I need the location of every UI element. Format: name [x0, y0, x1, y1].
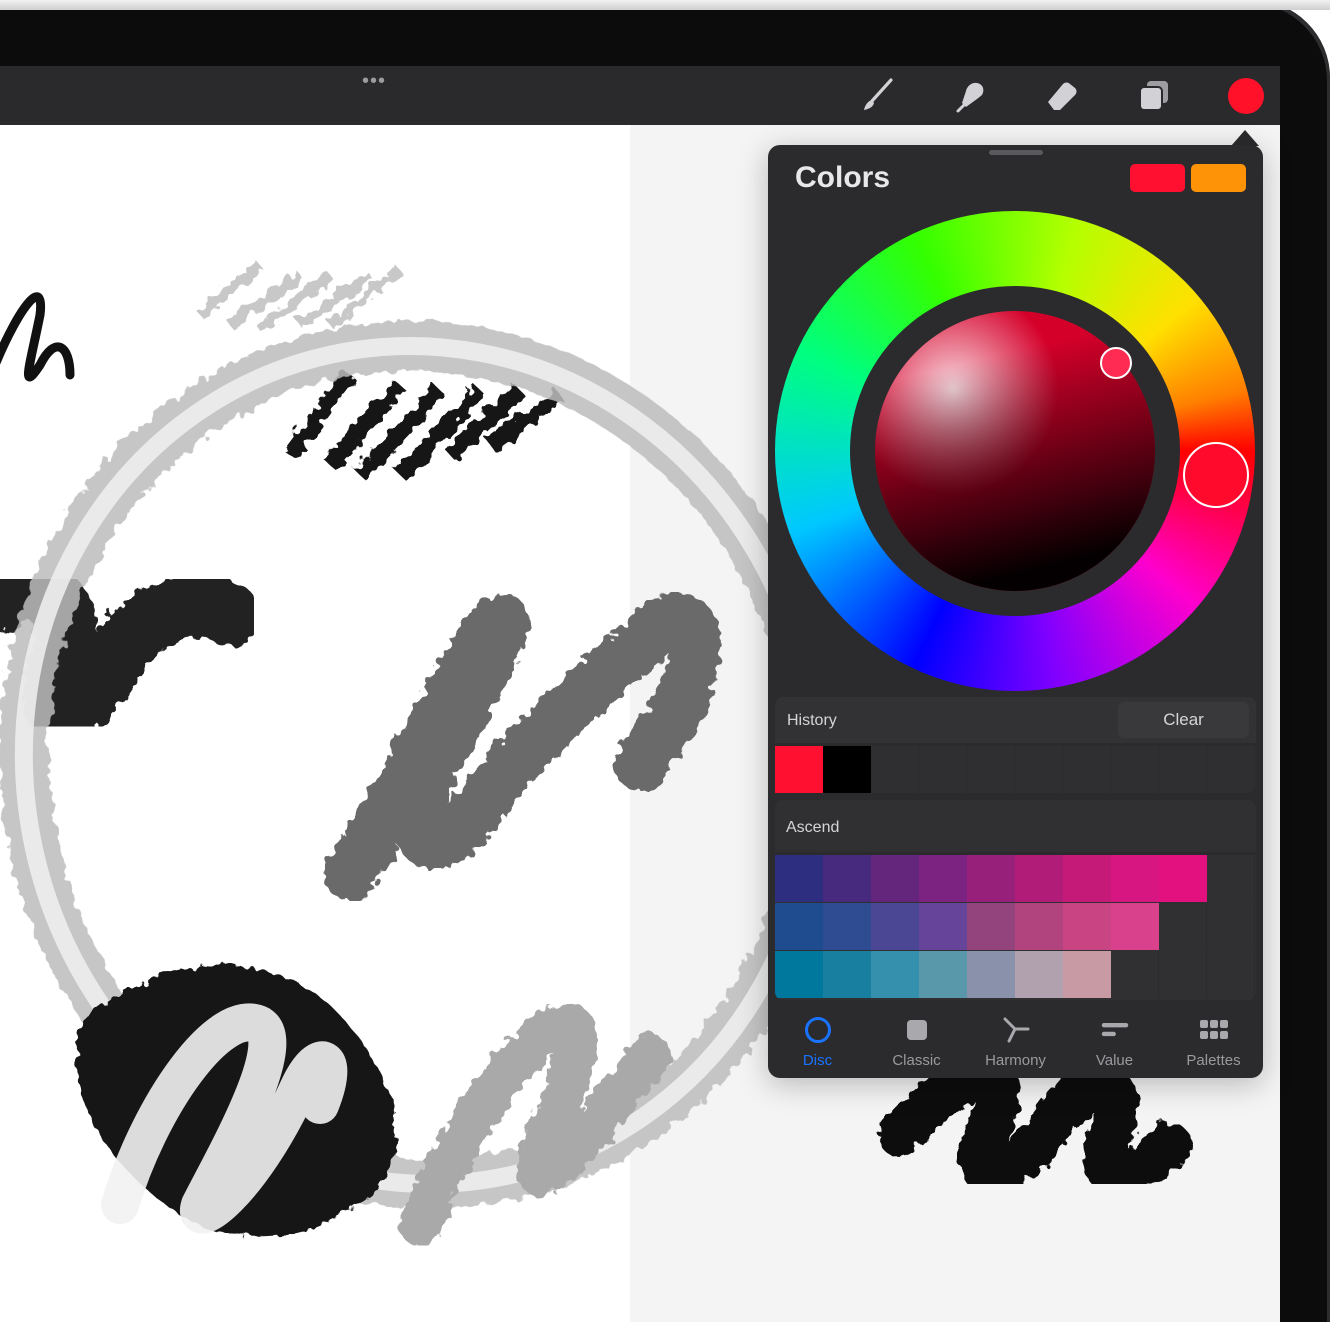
- palette-empty-slot[interactable]: [1111, 951, 1159, 998]
- palette-row: [775, 855, 1256, 903]
- palette-swatch[interactable]: [1015, 855, 1063, 902]
- history-empty-slot[interactable]: [871, 746, 919, 793]
- tab-label: Palettes: [1186, 1052, 1241, 1069]
- tab-classic[interactable]: Classic: [867, 1011, 966, 1071]
- eraser-icon[interactable]: [1042, 75, 1082, 115]
- layers-icon[interactable]: [1134, 75, 1174, 115]
- more-dots-icon[interactable]: •••: [362, 71, 386, 91]
- panel-grabber[interactable]: [989, 150, 1043, 155]
- palette-grid: [775, 855, 1256, 1000]
- palette-swatch[interactable]: [1063, 855, 1111, 902]
- palette-swatch[interactable]: [1063, 951, 1111, 998]
- disc-icon: [803, 1015, 833, 1045]
- palette-swatch[interactable]: [823, 855, 871, 902]
- brush-icon[interactable]: [858, 75, 898, 115]
- classic-square-icon: [902, 1015, 932, 1045]
- palette-swatch[interactable]: [967, 855, 1015, 902]
- history-empty-slot[interactable]: [1063, 746, 1111, 793]
- palette-swatch[interactable]: [919, 855, 967, 902]
- palette-swatch[interactable]: [919, 951, 967, 998]
- device-edge: [0, 0, 1330, 10]
- history-empty-slot[interactable]: [1111, 746, 1159, 793]
- panel-title: Colors: [795, 161, 891, 194]
- current-color-button[interactable]: [1228, 78, 1264, 114]
- palette-swatch[interactable]: [871, 951, 919, 998]
- palette-swatch[interactable]: [967, 903, 1015, 950]
- palette-swatch[interactable]: [823, 903, 871, 950]
- tab-value[interactable]: Value: [1065, 1011, 1164, 1071]
- palette-swatch[interactable]: [871, 855, 919, 902]
- harmony-icon: [1001, 1015, 1031, 1045]
- palette-empty-slot[interactable]: [1207, 903, 1255, 950]
- history-empty-slot[interactable]: [919, 746, 967, 793]
- history-empty-slot[interactable]: [1207, 746, 1255, 793]
- palette-name: Ascend: [786, 819, 840, 836]
- tab-label: Classic: [892, 1052, 941, 1069]
- history-empty-slot[interactable]: [967, 746, 1015, 793]
- clear-history-button[interactable]: Clear: [1118, 702, 1249, 738]
- history-empty-slot[interactable]: [1159, 746, 1207, 793]
- tab-harmony[interactable]: Harmony: [966, 1011, 1065, 1071]
- top-toolbar: •••: [0, 66, 1280, 125]
- palette-swatch[interactable]: [1159, 855, 1207, 902]
- palette-swatch[interactable]: [775, 951, 823, 998]
- palette-swatch[interactable]: [1063, 903, 1111, 950]
- palette-swatch[interactable]: [919, 903, 967, 950]
- palette-swatch[interactable]: [1015, 951, 1063, 998]
- tab-label: Disc: [802, 1052, 833, 1069]
- value-sliders-icon: [1100, 1015, 1130, 1045]
- palette-swatch[interactable]: [1111, 855, 1159, 902]
- palette-swatch[interactable]: [775, 855, 823, 902]
- colors-panel: Colors History Clear Ascend Disc Classic…: [768, 145, 1263, 1078]
- color-disc[interactable]: [775, 211, 1255, 691]
- history-label: History: [787, 712, 837, 729]
- history-empty-slot[interactable]: [1015, 746, 1063, 793]
- tab-label: Harmony: [985, 1052, 1046, 1069]
- palette-empty-slot[interactable]: [1207, 951, 1255, 998]
- history-swatches: [775, 746, 1256, 793]
- popover-pointer: [1231, 130, 1259, 146]
- history-swatch[interactable]: [823, 746, 871, 793]
- color-mode-tabs: Disc Classic Harmony Value Palettes: [768, 1011, 1263, 1071]
- palettes-grid-icon: [1199, 1015, 1229, 1045]
- palette-swatch[interactable]: [775, 903, 823, 950]
- tab-disc[interactable]: Disc: [768, 1011, 867, 1071]
- history-swatch[interactable]: [775, 746, 823, 793]
- palette-swatch[interactable]: [871, 903, 919, 950]
- palette-header: Ascend: [775, 800, 1256, 852]
- palette-row: [775, 951, 1256, 999]
- palette-swatch[interactable]: [823, 951, 871, 998]
- primary-color-swatch[interactable]: [1130, 164, 1185, 192]
- secondary-color-swatch[interactable]: [1191, 164, 1246, 192]
- palette-swatch[interactable]: [1111, 903, 1159, 950]
- palette-empty-slot[interactable]: [1159, 903, 1207, 950]
- palette-empty-slot[interactable]: [1159, 951, 1207, 998]
- history-header: History Clear: [775, 697, 1256, 743]
- palette-swatch[interactable]: [1015, 903, 1063, 950]
- palette-row: [775, 903, 1256, 951]
- tab-label: Value: [1095, 1052, 1134, 1069]
- smudge-icon[interactable]: [950, 75, 990, 115]
- palette-swatch[interactable]: [967, 951, 1015, 998]
- palette-empty-slot[interactable]: [1207, 855, 1255, 902]
- tab-palettes[interactable]: Palettes: [1164, 1011, 1263, 1071]
